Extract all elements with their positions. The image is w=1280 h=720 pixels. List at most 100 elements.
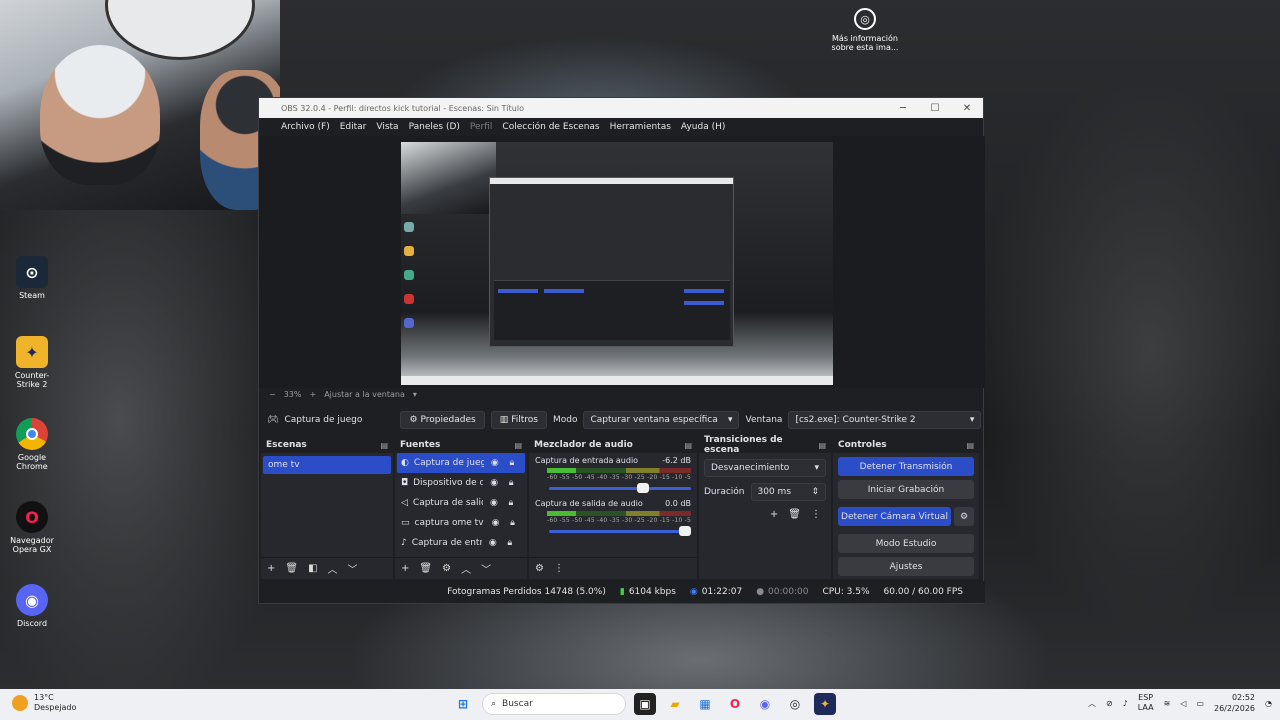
source-item[interactable]: ◘ Dispositivo de captura ◉ 🔒︎ [397, 473, 525, 493]
dock-menu-icon[interactable]: ▤ [818, 441, 826, 450]
desktop-icon-counter-strike[interactable]: ✦ Counter-Strike 2 [4, 336, 60, 389]
scene-filter-icon[interactable]: ◧ [308, 563, 317, 574]
gear-icon[interactable]: ⚙ [954, 507, 974, 526]
settings-button[interactable]: Ajustes [838, 557, 974, 576]
speaker-icon: ◁ [401, 498, 408, 508]
lock-icon[interactable]: 🔒︎ [505, 498, 517, 508]
opera-gx-icon[interactable]: O [724, 693, 746, 715]
lock-icon[interactable]: 🔒︎ [507, 518, 519, 528]
trash-icon[interactable]: 🗑︎ [285, 563, 298, 574]
eye-icon[interactable]: ◉ [488, 498, 500, 508]
obs-icon[interactable]: ◎ [784, 693, 806, 715]
volume-icon[interactable]: ◁ [1180, 699, 1186, 708]
eye-icon[interactable]: ◉ [488, 478, 500, 488]
counter-strike-icon[interactable]: ✦ [814, 693, 836, 715]
maximize-icon[interactable]: ☐ [919, 98, 951, 118]
source-item[interactable]: ◐ Captura de juego ◉ 🔒︎ [397, 453, 525, 473]
chevron-down-icon[interactable]: ▾ [413, 390, 417, 399]
obs-titlebar[interactable]: OBS 32.0.4 - Perfil: directos kick tutor… [259, 98, 983, 118]
battery-icon[interactable]: ▭ [1196, 699, 1204, 708]
desktop-icon-steam[interactable]: ⊙ Steam [4, 256, 60, 300]
lock-icon[interactable]: 🔒︎ [506, 458, 518, 468]
scene-item[interactable]: ome tv [263, 456, 391, 474]
file-explorer-icon[interactable]: ▰ [664, 693, 686, 715]
desktop-icon-chrome[interactable]: Google Chrome [4, 418, 60, 471]
menu-file[interactable]: Archivo (F) [281, 122, 330, 132]
volume-slider[interactable] [549, 526, 691, 536]
lock-icon[interactable]: 🔒︎ [504, 538, 516, 548]
trash-icon[interactable]: 🗑︎ [788, 509, 801, 520]
source-item[interactable]: ♪ Captura de entrada ◉ 🔒︎ [397, 533, 525, 553]
chevron-down-icon[interactable]: ﹀ [481, 561, 491, 576]
start-recording-button[interactable]: Iniciar Grabación [838, 480, 974, 499]
duration-input[interactable]: 300 ms ⇕ [750, 483, 826, 501]
more-options-icon[interactable]: ⋮ [811, 509, 821, 520]
window-select[interactable]: [cs2.exe]: Counter-Strike 2 ▾ [788, 411, 982, 429]
eye-icon[interactable]: ◉ [490, 518, 502, 528]
add-icon[interactable]: + [267, 563, 275, 574]
source-item[interactable]: ◁ Captura de salida ◉ 🔒︎ [397, 493, 525, 513]
taskbar-search[interactable]: ⌕ Buscar [482, 693, 626, 715]
menu-profile[interactable]: Perfil [470, 122, 493, 132]
menu-scene-collection[interactable]: Colección de Escenas [502, 122, 599, 132]
fit-window-button[interactable]: Ajustar a la ventana [324, 390, 405, 399]
stop-virtual-camera-button[interactable]: Detener Cámara Virtual [838, 507, 951, 526]
chevron-down-icon[interactable]: ﹀ [348, 561, 358, 576]
chevron-up-icon[interactable]: ︿ [1088, 698, 1096, 709]
volume-slider[interactable] [549, 483, 691, 493]
mode-select[interactable]: Capturar ventana específica ▾ [583, 411, 740, 429]
language-code[interactable]: ESP [1138, 693, 1154, 703]
desktop-icon-opera-gx[interactable]: O Navegador Opera GX [4, 501, 60, 554]
audio-settings-icon[interactable]: ⚙ [535, 563, 544, 574]
eye-icon[interactable]: ◉ [487, 538, 499, 548]
chevron-up-icon[interactable]: ︿ [328, 561, 338, 576]
dock-menu-icon[interactable]: ▤ [514, 441, 522, 450]
dock-menu-icon[interactable]: ▤ [380, 441, 388, 450]
menu-help[interactable]: Ayuda (H) [681, 122, 725, 132]
gear-icon[interactable]: ⚙ [442, 563, 451, 574]
clock[interactable]: 02:52 26/2/2026 [1214, 692, 1255, 714]
wifi-icon[interactable]: ≋ [1164, 699, 1171, 708]
studio-mode-button[interactable]: Modo Estudio [838, 534, 974, 553]
minimize-icon[interactable]: ─ [887, 98, 919, 118]
microphone-icon[interactable]: ♪ [1123, 699, 1128, 708]
source-item[interactable]: ▭ captura ome tv ◉ 🔒︎ [397, 513, 525, 533]
windows-start-icon[interactable]: ⊞ [452, 693, 474, 715]
chevron-up-icon[interactable]: ︿ [461, 561, 471, 576]
program-preview[interactable] [401, 142, 833, 385]
weather-widget[interactable]: 13°C Despejado [12, 693, 76, 713]
filters-button[interactable]: ▥ Filtros [490, 411, 547, 429]
task-view-icon[interactable]: ▣ [634, 693, 656, 715]
dock-menu-icon[interactable]: ▤ [966, 441, 974, 450]
microphone-icon: ♪ [401, 538, 407, 548]
eye-icon[interactable]: ◉ [489, 458, 501, 468]
spotlight-info[interactable]: ◎ Más información sobre esta ima... [830, 8, 900, 52]
discord-icon[interactable]: ◉ [754, 693, 776, 715]
desktop-icon-label: Steam [19, 291, 45, 300]
menu-view[interactable]: Vista [376, 122, 398, 132]
trash-icon[interactable]: 🗑︎ [419, 563, 432, 574]
close-icon[interactable]: ✕ [951, 98, 983, 118]
menu-edit[interactable]: Editar [340, 122, 367, 132]
properties-button[interactable]: ⚙ Propiedades [400, 411, 485, 429]
add-icon[interactable]: + [770, 509, 778, 520]
network-off-icon[interactable]: ⊘ [1106, 699, 1113, 708]
clock-time: 02:52 [1231, 693, 1256, 702]
desktop-icon-discord[interactable]: ◉ Discord [4, 584, 60, 628]
zoom-out-icon[interactable]: − [269, 390, 276, 399]
dock-menu-icon[interactable]: ▤ [684, 441, 692, 450]
transitions-title: Transiciones de escena [704, 435, 783, 455]
menu-tools[interactable]: Herramientas [610, 122, 671, 132]
menu-docks[interactable]: Paneles (D) [409, 122, 460, 132]
zoom-in-icon[interactable]: + [309, 390, 316, 399]
system-tray: ︿ ⊘ ♪ ESP LAA ≋ ◁ ▭ 02:52 26/2/2026 ◔ [1088, 692, 1272, 714]
source-toolbar: 🎮︎ Captura de juego ⚙ Propiedades ▥ Filtro… [259, 408, 985, 432]
add-icon[interactable]: + [401, 563, 409, 574]
transition-select[interactable]: Desvanecimiento ▾ [704, 459, 826, 477]
more-options-icon[interactable]: ⋮ [554, 563, 564, 574]
stop-streaming-button[interactable]: Detener Transmisión [838, 457, 974, 476]
store-icon[interactable]: ▦ [694, 693, 716, 715]
lock-icon[interactable]: 🔒︎ [505, 478, 517, 488]
mode-value: Capturar ventana específica [590, 415, 718, 425]
notification-icon[interactable]: ◔ [1265, 699, 1272, 708]
